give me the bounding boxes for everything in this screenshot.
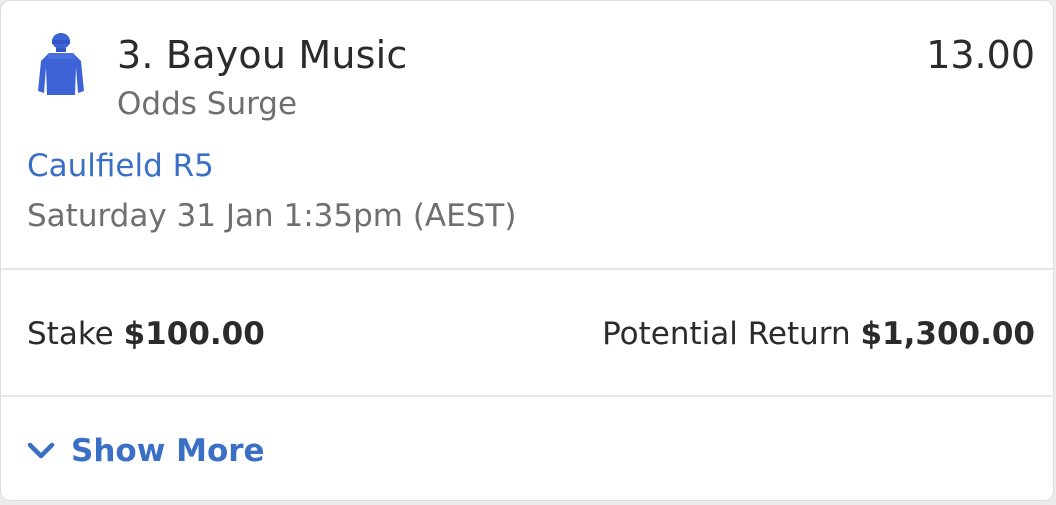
potential-return-amount: $1,300.00 xyxy=(860,316,1035,352)
show-more-label: Show More xyxy=(71,433,265,469)
stake-label: Stake xyxy=(27,316,114,352)
stake-amount: $100.00 xyxy=(123,316,265,352)
bet-type-label: Odds Surge xyxy=(117,86,298,122)
bet-card: 3. Bayou Music 13.00 Odds Surge Caulfiel… xyxy=(0,0,1054,501)
stake-section: Stake $100.00 Potential Return $1,300.00 xyxy=(1,270,1053,397)
show-more-section: Show More xyxy=(1,397,1053,500)
jockey-silks-icon xyxy=(38,33,84,95)
odds-value: 13.00 xyxy=(926,33,1035,77)
potential-return-label: Potential Return xyxy=(602,316,851,352)
race-time: Saturday 31 Jan 1:35pm (AEST) xyxy=(27,198,517,234)
chevron-down-icon xyxy=(27,442,55,459)
selection-section: 3. Bayou Music 13.00 Odds Surge Caulfiel… xyxy=(1,1,1053,270)
runner-name: 3. Bayou Music xyxy=(117,33,408,77)
race-link[interactable]: Caulfield R5 xyxy=(27,147,214,185)
potential-return-summary: Potential Return $1,300.00 xyxy=(602,314,1035,354)
stake-summary: Stake $100.00 xyxy=(27,314,265,354)
show-more-button[interactable]: Show More xyxy=(27,431,265,471)
